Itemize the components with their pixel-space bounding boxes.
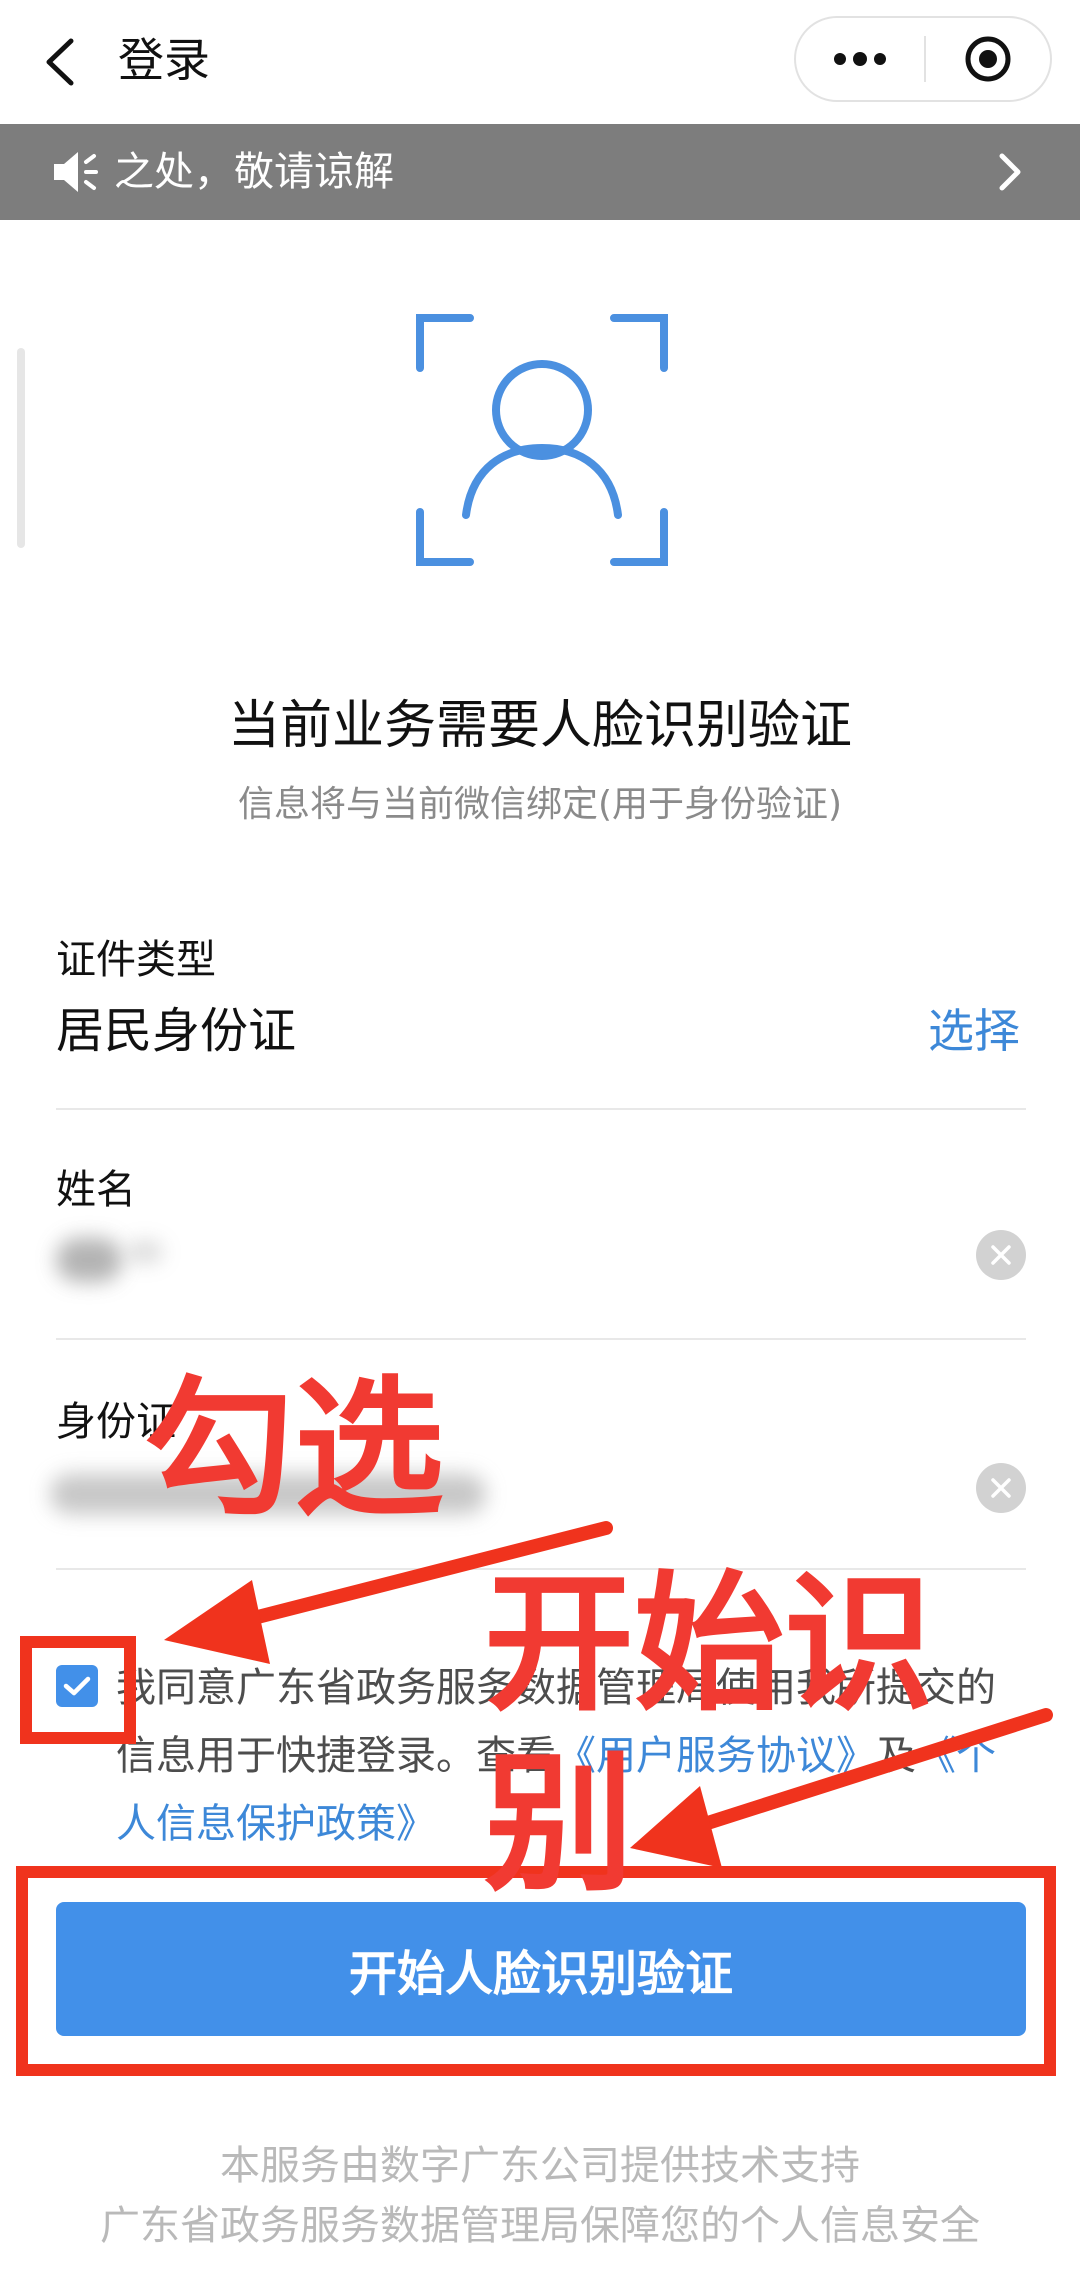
divider <box>56 1108 1026 1110</box>
speaker-icon <box>50 146 100 198</box>
top-navigation-bar: 登录 <box>0 0 1080 124</box>
id-type-label: 证件类型 <box>56 937 216 983</box>
name-value-blurred <box>56 1238 122 1282</box>
close-mini-program-icon[interactable] <box>926 18 1050 100</box>
name-label: 姓名 <box>56 1167 136 1213</box>
chevron-right-icon[interactable] <box>990 146 1030 198</box>
divider <box>56 1338 1026 1340</box>
verification-heading: 当前业务需要人脸识别验证 <box>227 696 852 756</box>
face-recognition-icon <box>412 310 672 570</box>
verification-subheading: 信息将与当前微信绑定(用于身份验证) <box>237 784 843 825</box>
annotation-start-hint: 开始识别 <box>484 1558 935 1912</box>
footer-support-text: 本服务由数字广东公司提供技术支持 <box>220 2143 860 2189</box>
page-title: 登录 <box>118 33 210 87</box>
notice-text: 之处，敬请谅解 <box>114 149 394 195</box>
back-arrow-icon[interactable] <box>30 22 90 102</box>
mini-program-capsule <box>794 16 1052 102</box>
clear-id-number-icon[interactable] <box>976 1463 1026 1513</box>
name-input[interactable] <box>50 1228 170 1288</box>
annotation-highlight-checkbox <box>20 1636 136 1744</box>
notice-bar[interactable]: 之处，敬请谅解 <box>0 124 1080 220</box>
clear-name-icon[interactable] <box>976 1230 1026 1280</box>
annotation-check-hint: 勾选 <box>144 1363 445 1537</box>
id-type-select-link[interactable]: 选择 <box>928 997 1020 1065</box>
name-value-blurred <box>128 1242 162 1262</box>
annotation-arrowhead <box>164 1580 270 1664</box>
id-type-value[interactable]: 居民身份证 <box>56 997 296 1065</box>
scroll-indicator <box>17 348 25 548</box>
more-options-icon[interactable] <box>796 18 924 100</box>
footer-security-text: 广东省政务服务数据管理局保障您的个人信息安全 <box>100 2203 980 2249</box>
